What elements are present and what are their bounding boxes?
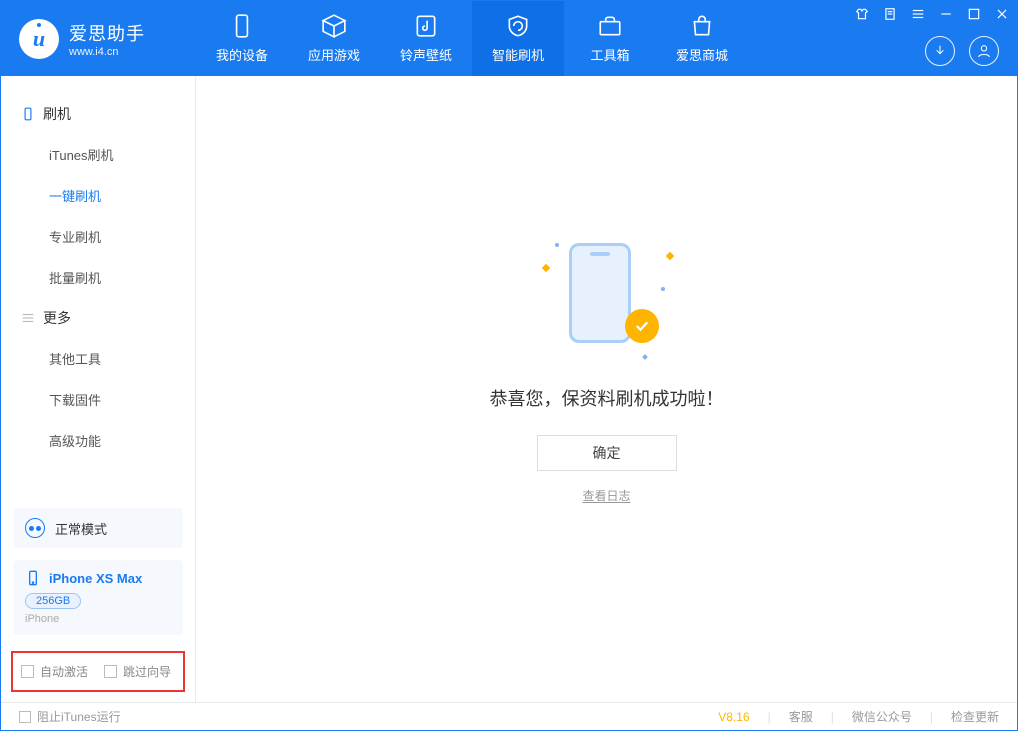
mode-card[interactable]: 正常模式 bbox=[13, 508, 183, 548]
sidebar: 刷机 iTunes刷机 一键刷机 专业刷机 批量刷机 更多 其他工具 下载固件 … bbox=[1, 76, 196, 702]
toolbox-icon bbox=[597, 13, 623, 39]
minimize-icon[interactable] bbox=[939, 7, 953, 21]
logo-text: 爱思助手 www.i4.cn bbox=[69, 20, 145, 58]
checkbox-icon bbox=[21, 665, 34, 678]
phone-illustration-icon bbox=[569, 243, 631, 343]
note-icon[interactable] bbox=[883, 7, 897, 21]
sidebar-item-download-firmware[interactable]: 下载固件 bbox=[1, 379, 195, 420]
music-note-icon bbox=[413, 13, 439, 39]
window-controls bbox=[855, 7, 1009, 21]
success-message: 恭喜您，保资料刷机成功啦！ bbox=[490, 385, 724, 411]
view-log-link[interactable]: 查看日志 bbox=[582, 487, 630, 504]
check-circle-icon bbox=[625, 309, 659, 343]
shirt-icon[interactable] bbox=[855, 7, 869, 21]
tab-smart-flash[interactable]: 智能刷机 bbox=[472, 1, 564, 76]
tab-label: 爱思商城 bbox=[676, 45, 728, 64]
device-storage-badge: 256GB bbox=[25, 593, 81, 609]
options-highlight-box: 自动激活 跳过向导 bbox=[11, 651, 185, 692]
version-label: V8.16 bbox=[718, 710, 749, 724]
checkbox-icon bbox=[19, 711, 31, 723]
footer-link-wechat[interactable]: 微信公众号 bbox=[852, 708, 912, 725]
cube-icon bbox=[321, 13, 347, 39]
mode-label: 正常模式 bbox=[55, 519, 107, 538]
footer-link-service[interactable]: 客服 bbox=[789, 708, 813, 725]
bag-icon bbox=[689, 13, 715, 39]
checkbox-auto-activate[interactable]: 自动激活 bbox=[21, 663, 88, 680]
tab-label: 我的设备 bbox=[216, 45, 268, 64]
sidebar-item-pro-flash[interactable]: 专业刷机 bbox=[1, 216, 195, 257]
app-logo-icon: u bbox=[19, 19, 59, 59]
device-card[interactable]: iPhone XS Max 256GB iPhone bbox=[13, 560, 183, 635]
checkbox-block-itunes[interactable]: 阻止iTunes运行 bbox=[19, 708, 121, 725]
sidebar-group-flash: 刷机 bbox=[1, 94, 195, 134]
sidebar-item-batch-flash[interactable]: 批量刷机 bbox=[1, 257, 195, 298]
sidebar-item-advanced[interactable]: 高级功能 bbox=[1, 420, 195, 461]
checkbox-label: 跳过向导 bbox=[123, 663, 171, 680]
tab-label: 工具箱 bbox=[590, 45, 629, 64]
menu-icon[interactable] bbox=[911, 7, 925, 21]
sidebar-group-more: 更多 bbox=[1, 298, 195, 338]
app-header: u 爱思助手 www.i4.cn 我的设备 应用游戏 铃声壁纸 智能刷机 工具箱 bbox=[1, 1, 1017, 76]
sidebar-item-other-tools[interactable]: 其他工具 bbox=[1, 338, 195, 379]
tab-label: 铃声壁纸 bbox=[400, 45, 452, 64]
app-name-cn: 爱思助手 bbox=[69, 20, 145, 46]
tab-label: 应用游戏 bbox=[308, 45, 360, 64]
footer: 阻止iTunes运行 V8.16 | 客服 | 微信公众号 | 检查更新 bbox=[1, 702, 1017, 730]
maximize-icon[interactable] bbox=[967, 7, 981, 21]
refresh-shield-icon bbox=[505, 13, 531, 39]
close-icon[interactable] bbox=[995, 7, 1009, 21]
checkbox-label: 阻止iTunes运行 bbox=[37, 708, 121, 725]
tab-my-device[interactable]: 我的设备 bbox=[196, 1, 288, 76]
footer-link-update[interactable]: 检查更新 bbox=[951, 708, 999, 725]
footer-right: V8.16 | 客服 | 微信公众号 | 检查更新 bbox=[718, 708, 999, 725]
ok-button[interactable]: 确定 bbox=[537, 435, 677, 471]
tab-store[interactable]: 爱思商城 bbox=[656, 1, 748, 76]
phone-icon bbox=[25, 570, 41, 586]
tab-ringtones-wallpapers[interactable]: 铃声壁纸 bbox=[380, 1, 472, 76]
tab-apps-games[interactable]: 应用游戏 bbox=[288, 1, 380, 76]
header-action-circles bbox=[925, 36, 999, 66]
user-button[interactable] bbox=[969, 36, 999, 66]
main-content: 恭喜您，保资料刷机成功啦！ 确定 查看日志 bbox=[196, 76, 1017, 702]
mode-icon bbox=[25, 518, 45, 538]
download-button[interactable] bbox=[925, 36, 955, 66]
tab-toolbox[interactable]: 工具箱 bbox=[564, 1, 656, 76]
logo-block: u 爱思助手 www.i4.cn bbox=[1, 19, 196, 59]
checkbox-label: 自动激活 bbox=[40, 663, 88, 680]
sidebar-item-oneclick-flash[interactable]: 一键刷机 bbox=[1, 175, 195, 216]
tab-label: 智能刷机 bbox=[492, 45, 544, 64]
app-name-en: www.i4.cn bbox=[69, 46, 145, 58]
sidebar-item-itunes-flash[interactable]: iTunes刷机 bbox=[1, 134, 195, 175]
checkbox-icon bbox=[104, 665, 117, 678]
device-icon bbox=[229, 13, 255, 39]
checkbox-skip-guide[interactable]: 跳过向导 bbox=[104, 663, 171, 680]
success-illustration bbox=[547, 235, 667, 355]
device-name: iPhone XS Max bbox=[49, 571, 142, 586]
group-label: 更多 bbox=[43, 308, 71, 328]
device-type: iPhone bbox=[25, 613, 171, 625]
main-tabs: 我的设备 应用游戏 铃声壁纸 智能刷机 工具箱 爱思商城 bbox=[196, 1, 748, 76]
group-label: 刷机 bbox=[43, 104, 71, 124]
